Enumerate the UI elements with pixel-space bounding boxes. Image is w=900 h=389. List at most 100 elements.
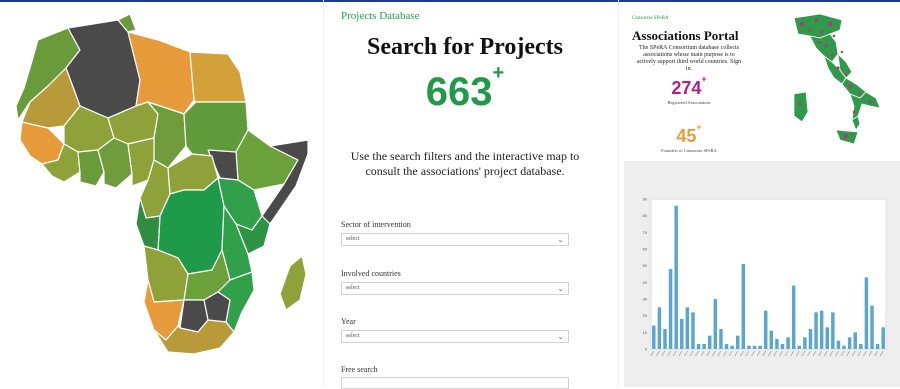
- registered-associations-value: 274: [671, 78, 702, 98]
- registered-associations-label: Registered Associations: [667, 100, 711, 105]
- panel-divider: [618, 0, 619, 387]
- x-tick-mark: [712, 350, 716, 357]
- founders-count: 45+: [644, 122, 734, 147]
- chart-bar: [657, 307, 662, 349]
- map-region[interactable]: [793, 91, 809, 123]
- x-tick-mark: [812, 350, 817, 357]
- x-tick-mark: [868, 350, 873, 357]
- chart-bar: [735, 335, 740, 349]
- chart-bar: [814, 312, 818, 349]
- x-tick-mark: [851, 350, 856, 357]
- countries-select[interactable]: select ⌄: [341, 282, 569, 295]
- chart-bar: [870, 305, 874, 349]
- registered-associations-plus: +: [701, 74, 707, 84]
- sector-select-value: select: [346, 236, 360, 242]
- chart-bar: [652, 325, 656, 349]
- year-select-value: select: [346, 333, 360, 339]
- map-region[interactable]: [849, 91, 881, 121]
- y-tick-label: 70: [643, 230, 648, 235]
- chart-bar: [875, 344, 880, 349]
- x-tick-mark: [656, 350, 660, 357]
- portal-description: The SPeRA Consortium database collects a…: [636, 45, 742, 72]
- x-tick-mark: [678, 350, 683, 357]
- year-select[interactable]: select ⌄: [341, 330, 569, 343]
- registered-associations-count: 274+: [644, 74, 734, 99]
- x-tick-mark: [846, 350, 850, 357]
- y-tick-label: 30: [643, 297, 648, 302]
- y-tick-label: 20: [643, 313, 648, 318]
- map-country[interactable]: [189, 51, 247, 103]
- x-tick-mark: [717, 350, 722, 357]
- map-country[interactable]: [279, 255, 307, 311]
- africa-interactive-map[interactable]: [8, 10, 320, 355]
- chart-bar: [819, 310, 824, 349]
- y-tick-label: 50: [643, 263, 648, 268]
- x-tick-mark: [740, 350, 744, 357]
- chart-bar: [696, 344, 701, 349]
- x-tick-mark: [773, 350, 778, 357]
- x-tick-mark: [796, 350, 800, 357]
- chart-bar: [674, 205, 678, 349]
- x-tick-mark: [745, 350, 750, 357]
- sector-select[interactable]: select ⌄: [341, 233, 569, 246]
- x-tick-mark: [706, 350, 711, 357]
- chart-bar: [881, 327, 885, 349]
- founders-label: Founders of Consorzio SPeRA: [661, 148, 717, 153]
- x-tick-mark: [790, 350, 794, 357]
- map-country[interactable]: [127, 31, 195, 115]
- x-tick-mark: [661, 350, 666, 357]
- filter-label-year: Year: [341, 317, 356, 326]
- chevron-down-icon: ⌄: [557, 332, 564, 341]
- map-country[interactable]: [97, 137, 133, 189]
- y-tick-label: 10: [643, 330, 648, 335]
- chart-bar: [685, 307, 690, 349]
- x-tick-mark: [667, 350, 671, 357]
- x-tick-mark: [751, 350, 755, 357]
- x-tick-mark: [857, 350, 862, 357]
- chevron-down-icon: ⌄: [557, 235, 564, 244]
- x-tick-mark: [768, 350, 772, 357]
- map-region[interactable]: [809, 33, 839, 63]
- projects-count: 663+: [327, 62, 603, 115]
- top-border: [0, 0, 900, 2]
- chart-bar: [842, 345, 846, 349]
- x-tick-mark: [801, 350, 806, 357]
- chart-bar: [691, 312, 695, 349]
- projects-count-value: 663: [425, 70, 493, 114]
- x-tick-mark: [723, 350, 727, 357]
- chart-bar: [713, 299, 718, 349]
- free-search-input[interactable]: [341, 377, 569, 389]
- projects-bar-chart: 0 10 20 30 40 50 60 70 80 90: [643, 197, 887, 357]
- map-region[interactable]: [793, 13, 843, 39]
- x-tick-mark: [874, 350, 878, 357]
- chart-bar: [663, 329, 667, 349]
- chart-bar: [791, 285, 796, 349]
- chart-bar: [758, 345, 762, 349]
- chart-bar: [752, 345, 757, 349]
- filter-label-countries: Involved countries: [341, 269, 401, 278]
- y-tick-label: 0: [645, 347, 648, 352]
- filter-label-sector: Sector of intervention: [341, 220, 411, 229]
- x-tick-mark: [879, 350, 884, 357]
- map-country[interactable]: [19, 121, 65, 165]
- x-tick-mark: [684, 350, 688, 357]
- chart-bar: [763, 310, 768, 349]
- x-tick-mark: [829, 350, 834, 357]
- chart-bar: [680, 319, 684, 349]
- chart-bar: [747, 345, 751, 349]
- chart-bar: [864, 277, 869, 349]
- chart-bar: [808, 329, 813, 349]
- y-tick-label: 80: [643, 213, 648, 218]
- map-region[interactable]: [841, 77, 867, 99]
- x-tick-mark: [807, 350, 811, 357]
- chart-bar: [741, 264, 746, 349]
- italy-map[interactable]: [780, 12, 884, 154]
- chart-bar: [730, 345, 734, 349]
- x-tick-mark: [672, 350, 677, 357]
- y-tick-label: 40: [643, 280, 648, 285]
- projects-search-panel: Projects Database Search for Projects 66…: [327, 4, 603, 389]
- chart-bar: [859, 344, 863, 349]
- section-eyebrow: Projects Database: [341, 10, 420, 22]
- x-tick-mark: [728, 350, 733, 357]
- countries-select-value: select: [346, 285, 360, 291]
